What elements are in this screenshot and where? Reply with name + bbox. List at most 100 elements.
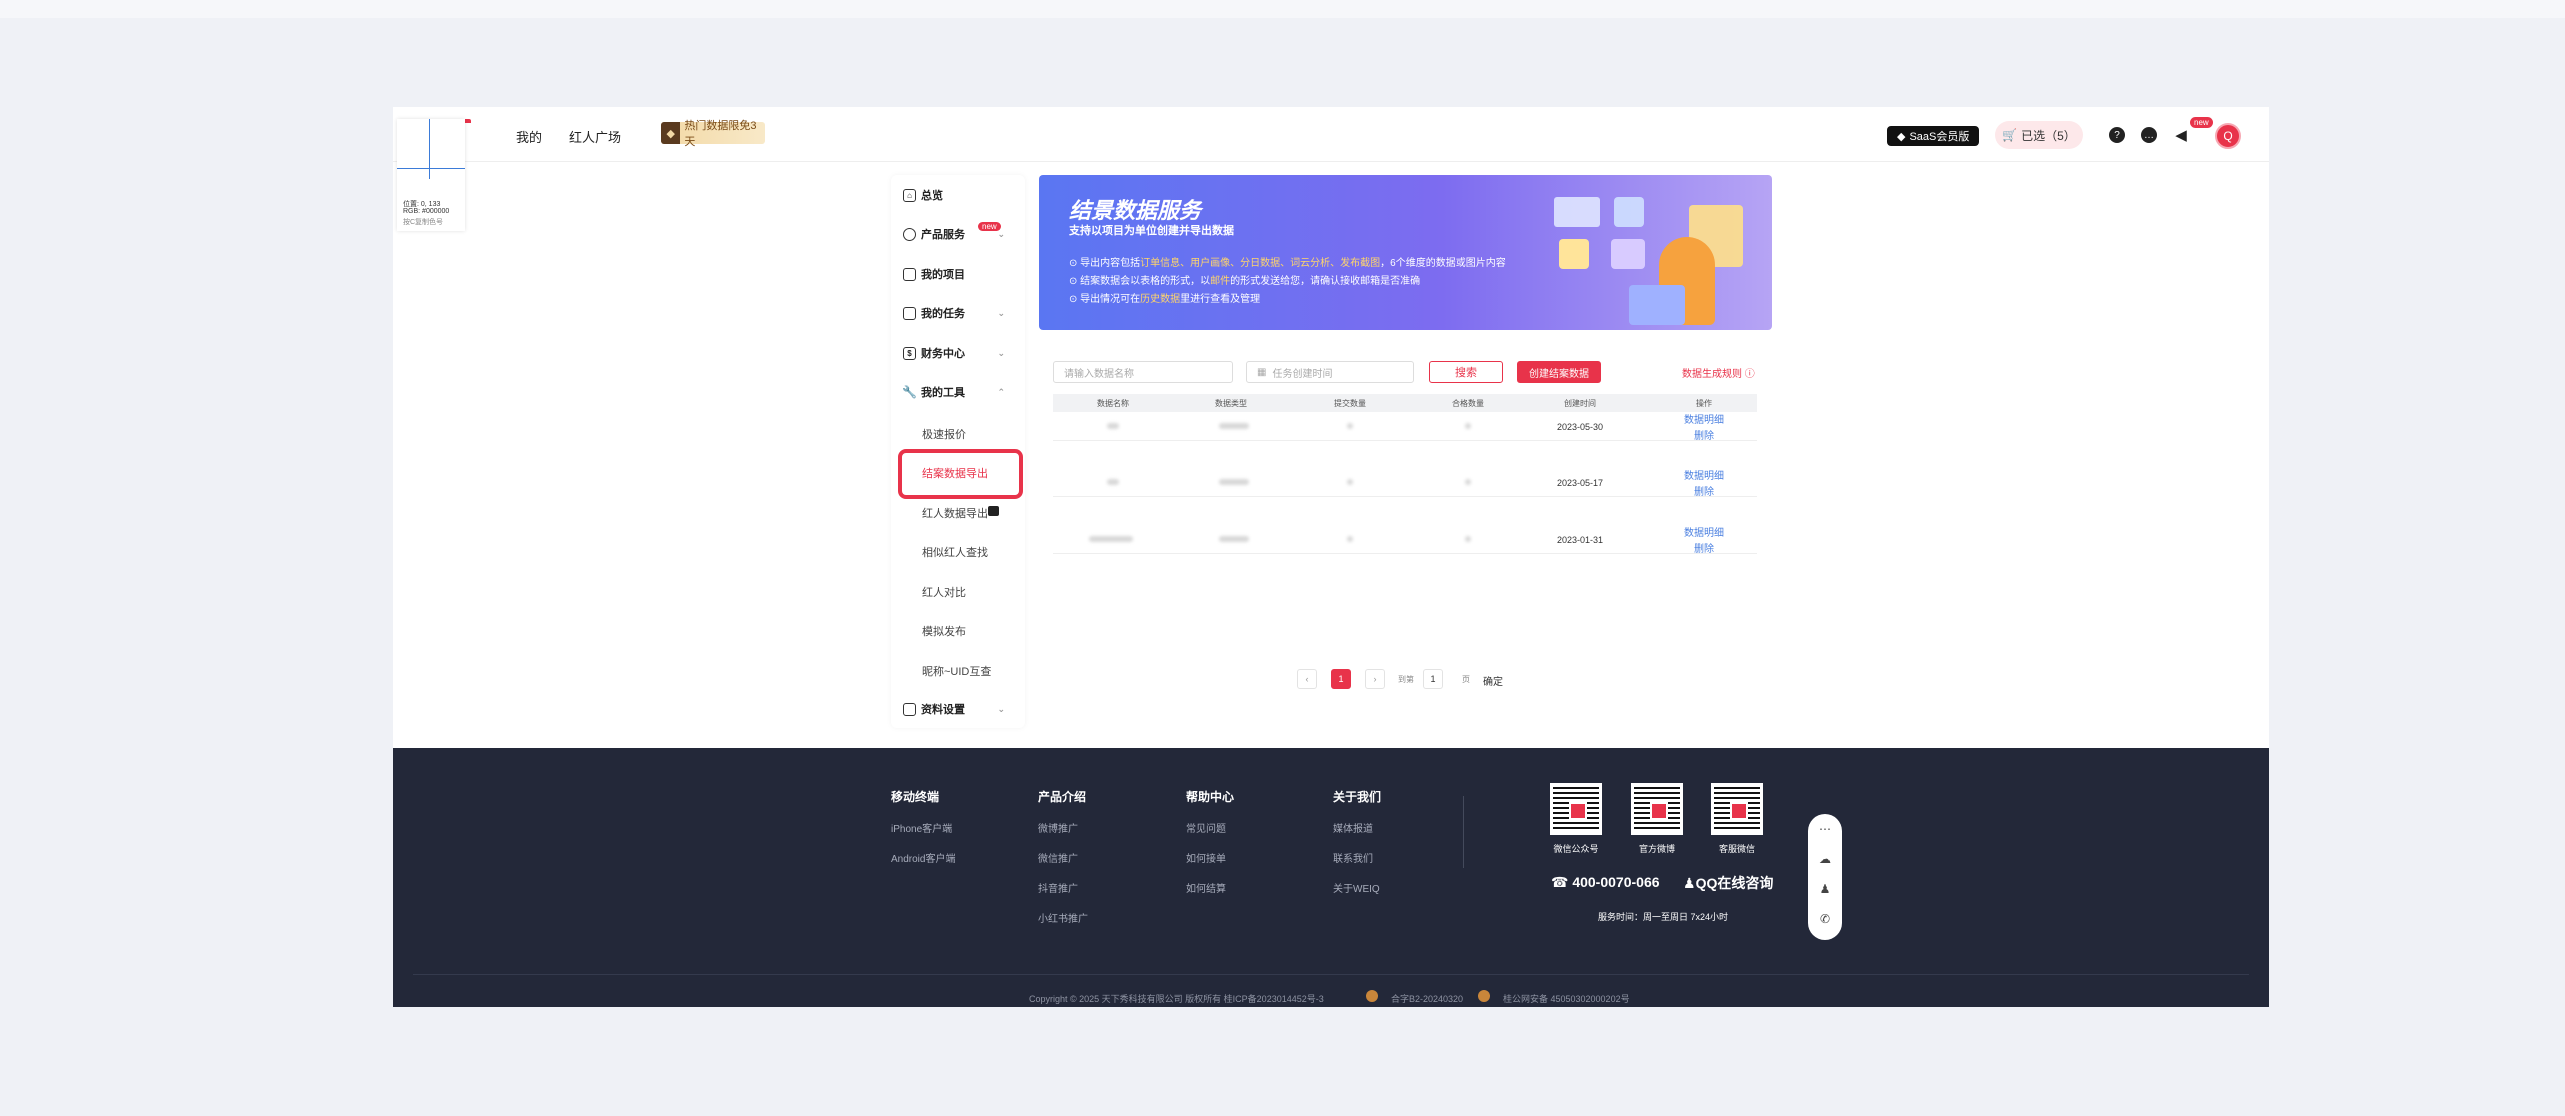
sidebar-item-overview[interactable]: ⌂ 总览 [903,185,943,205]
service-hours: 服务时间：周一至周日 7x24小时 [1598,912,1729,922]
next-page-button[interactable]: › [1365,669,1385,689]
banner-title: 结景数据服务 [1069,198,1202,223]
page-1-button[interactable]: 1 [1331,669,1351,689]
nav-mine[interactable]: 我的 [516,127,542,146]
chevron-down-icon: ⌄ [997,307,1005,318]
app-window: 我的 红人广场 ◆ 热门数据限免3天 ◆ SaaS会员版 🛒 已选（5） ? …… [393,107,2269,1007]
detail-link[interactable]: 数据明细 [1654,467,1754,482]
footer-divider [1463,796,1464,868]
created-date: 2023-05-17 [1556,478,1604,488]
time-picker-input[interactable]: ▦ 任务创建时间 [1246,361,1414,383]
sidebar-item-label: 财务中心 [921,348,965,360]
sidebar-item-settings[interactable]: 资料设置 ⌄ [903,699,1015,719]
profile-icon [903,702,916,716]
banner-text: 里进行查看及管理 [1180,294,1261,305]
sidebar-sub-influencer-compare[interactable]: 红人对比 [922,584,966,600]
footer-link[interactable]: 微博推广 [1038,820,1078,835]
delete-link[interactable]: 删除 [1654,427,1754,442]
sidebar-sub-quick-quote[interactable]: 极速报价 [922,426,966,442]
sidebar-sub-nickname-uid[interactable]: 昵称~UID互查 [922,663,991,679]
banner-line-3: ⊙ 导出情况可在历史数据里进行查看及管理 [1069,290,1260,305]
color-picker-overlay: 位置: 0, 133 RGB: #000000 按C复制色号 [397,119,465,231]
banner-highlight: 邮件 [1210,276,1231,287]
avatar[interactable]: Q [2215,123,2241,149]
data-rules-link[interactable]: 数据生成规则 ⓘ [1682,365,1755,380]
footer-divider [413,974,2249,975]
blurred-cell [1465,536,1471,542]
cart-icon: 🛒 [2002,128,2018,142]
qr-label: 微信公众号 [1553,844,1599,854]
row-divider [1053,496,1757,497]
column-header: 操作 [1696,399,1712,408]
footer-link[interactable]: 微信推广 [1038,850,1078,865]
delete-link[interactable]: 删除 [1654,483,1754,498]
diamond-icon: ◆ [1897,130,1906,143]
footer-link[interactable]: 小红书推广 [1038,910,1088,925]
footer-link[interactable]: Android客户端 [891,850,955,865]
confirm-page-button[interactable]: 确定 [1483,673,1503,688]
qr-label: 官方微博 [1638,844,1675,854]
qr-code [1631,783,1683,835]
wechat-icon[interactable]: ☁ [1816,850,1834,868]
blurred-cell [1465,479,1471,485]
delete-link[interactable]: 删除 [1654,540,1754,555]
blurred-cell [1107,479,1119,485]
phone-icon[interactable]: ✆ [1816,910,1834,928]
footer-link[interactable]: 抖音推广 [1038,880,1078,895]
blurred-cell [1107,423,1119,429]
qq-icon[interactable]: ♟ [1816,880,1834,898]
license-text[interactable]: 桂公网安备 45050302000202号 [1503,992,1630,1005]
banner-text: 结案数据会以表格的形式，以 [1080,276,1211,287]
copyright: Copyright © 2025 天下秀科技有限公司 版权所有 桂ICP备202… [1029,994,1324,1004]
create-case-data-button[interactable]: 创建结案数据 [1517,361,1601,383]
footer-link[interactable]: 如何结算 [1186,880,1226,895]
header: 我的 红人广场 ◆ 热门数据限免3天 ◆ SaaS会员版 🛒 已选（5） ? …… [393,107,2269,162]
detail-link[interactable]: 数据明细 [1654,524,1754,539]
sidebar-sub-influencer-export[interactable]: 红人数据导出 [922,505,988,521]
footer-link[interactable]: 常见问题 [1186,820,1226,835]
detail-link[interactable]: 数据明细 [1654,411,1754,426]
nav-influencer-square[interactable]: 红人广场 [569,127,621,146]
qq-consult-link[interactable]: ♟QQ在线咨询 [1683,873,1773,893]
prev-page-button[interactable]: ‹ [1297,669,1317,689]
footer-link[interactable]: 联系我们 [1333,850,1373,865]
qr-code [1550,783,1602,835]
sidebar-item-label: 总览 [921,190,943,202]
calendar-icon: ▦ [1257,366,1267,378]
row-divider [1053,553,1757,554]
sidebar-item-tasks[interactable]: 我的任务 ⌄ [903,303,1015,323]
footer-link[interactable]: 关于WEIQ [1333,880,1380,895]
sidebar-item-projects[interactable]: 我的项目 [903,264,965,284]
footer-col-title: 关于我们 [1333,790,1382,804]
banner-text: 导出情况可在 [1080,294,1141,305]
banner-text: 的形式发送给您，请确认接收邮箱是否准确 [1230,276,1421,287]
sidebar-item-label: 资料设置 [921,704,965,716]
footer-link[interactable]: iPhone客户端 [891,820,952,835]
sidebar-item-product[interactable]: 产品服务 new ⌄ [903,222,1015,244]
promo-banner[interactable]: ◆ 热门数据限免3天 [661,120,765,148]
chat-icon[interactable]: … [2141,127,2157,143]
search-button[interactable]: 搜索 [1429,361,1503,383]
footer-link[interactable]: 如何接单 [1186,850,1226,865]
sidebar-item-finance[interactable]: $ 财务中心 ⌄ [903,343,1015,363]
goto-label: 到第 [1398,675,1414,684]
name-search-input[interactable]: 请输入数据名称 [1053,361,1233,383]
sidebar-item-tools[interactable]: 🔧 我的工具 ⌃ [902,382,1015,402]
banner-subtitle: 支持以项目为单位创建并导出数据 [1069,225,1234,237]
cart-button[interactable]: 🛒 已选（5） [1995,121,2083,149]
footer-link[interactable]: 媒体报道 [1333,820,1373,835]
sidebar-item-label: 产品服务 [921,229,965,241]
task-icon [903,306,916,320]
sidebar-sub-simulate-publish[interactable]: 模拟发布 [922,623,966,639]
banner-highlight: 历史数据 [1140,294,1181,305]
speaker-icon[interactable]: ◀ [2173,127,2189,144]
saas-badge[interactable]: ◆ SaaS会员版 [1887,126,1980,146]
picker-rgb: RGB: #000000 [403,208,450,215]
help-icon[interactable]: ? [2109,127,2125,143]
sidebar-sub-similar-influencer[interactable]: 相似红人查找 [922,544,988,560]
column-header: 数据类型 [1215,399,1247,408]
more-icon[interactable]: ⋯ [1816,820,1834,838]
license-text[interactable]: 合字B2-20240320 [1391,992,1463,1005]
new-badge: new [2190,117,2213,128]
page-jump-input[interactable]: 1 [1423,669,1443,689]
